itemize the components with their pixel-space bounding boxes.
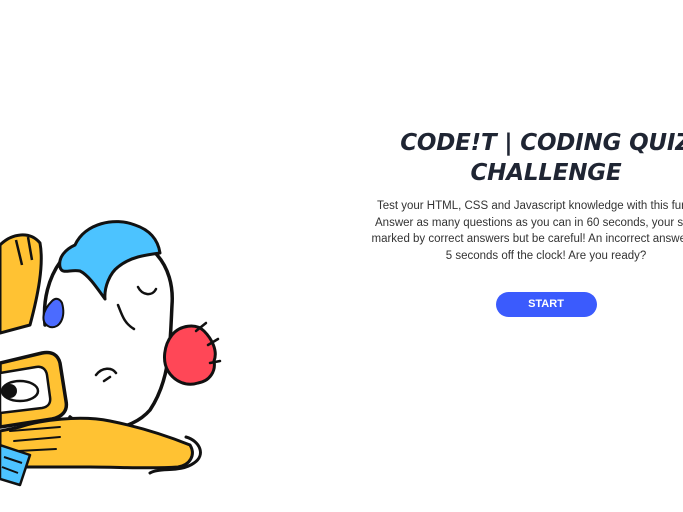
description-line: Answer as many questions as you can in 6…	[375, 216, 683, 229]
start-button[interactable]: START	[495, 292, 597, 317]
title-line: CHALLENGE	[470, 160, 622, 186]
intro-panel: CODE!T | CODING QUIZ CHALLENGE Test your…	[346, 128, 683, 317]
page-title: CODE!T | CODING QUIZ CHALLENGE	[346, 128, 683, 188]
description-line: 5 seconds off the clock! Are you ready?	[445, 249, 647, 262]
description-line: marked by correct answers but be careful…	[371, 233, 683, 245]
description-line: Test your HTML, CSS and Javascript knowl…	[376, 200, 683, 212]
coder-illustration	[0, 220, 222, 487]
quiz-description: Test your HTML, CSS and Javascript knowl…	[346, 198, 683, 264]
title-line: CODE!T | CODING QUIZ	[400, 130, 683, 156]
quiz-start-page: CODE!T | CODING QUIZ CHALLENGE Test your…	[0, 0, 683, 512]
